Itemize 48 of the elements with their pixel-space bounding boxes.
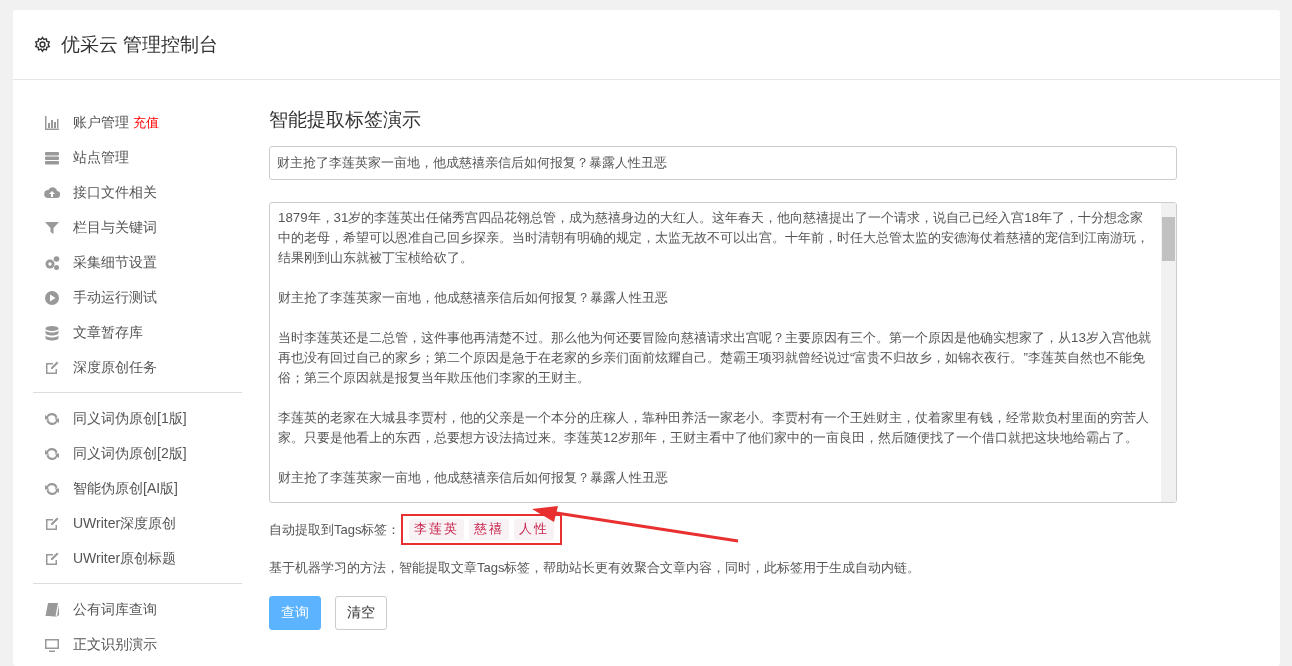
sidebar-item[interactable]: UWriter原创标题 [73,549,177,568]
monitor-icon [44,636,60,653]
bar-chart-icon [44,114,60,131]
tag: 人性 [514,519,555,540]
article-paragraph: 财主抢了李莲英家一亩地，他成慈禧亲信后如何报复？暴露人性丑恶 [278,289,669,307]
gears-icon [44,254,60,271]
clear-button[interactable]: 清空 [335,596,387,630]
sidebar-item[interactable]: UWriter深度原创 [73,514,177,533]
settings-icon [34,36,51,53]
edit-icon [44,550,60,567]
edit-icon [44,515,60,532]
cloud-upload-icon [44,184,60,201]
sidebar-item[interactable]: 栏目与关键词 [73,218,157,237]
article-paragraph: 1879年，31岁的李莲英出任储秀宫四品花翎总管，成为慈禧身边的大红人。这年春天，他向慈禧提出了一个请求，说自己已经入宫18年了，十分想念家中的老母，希望可以恩准自己回乡探亲。当时清朝有明确的规定，太监无故不可以出宫。十年前，时任大总管太监的安德海仗着慈禧的宠信到江南游玩，结果刚到山东就被丁宝桢给砍了。 [278,209,1150,267]
book-icon [44,601,60,618]
section-heading: 智能提取标签演示 [269,108,422,132]
edit-icon [44,359,60,376]
description-text: 基于机器学习的方法，智能提取文章Tags标签，帮助站长更有效聚合文章内容，同时，此标签用于生成自动内链。 [269,559,922,577]
sidebar-item[interactable]: 接口文件相关 [73,183,157,202]
sidebar-item[interactable]: 智能伪原创[AI版] [73,479,178,498]
sidebar-item[interactable]: 正文识别演示 [73,635,157,654]
content-text-area[interactable] [269,202,1177,503]
refresh-icon [44,480,60,497]
article-paragraph: 财主抢了李莲英家一亩地，他成慈禧亲信后如何报复？暴露人性丑恶 [278,469,669,487]
recharge-link[interactable]: 充值 [133,113,159,132]
refresh-icon [44,410,60,427]
title-input-field[interactable]: 财主抢了李莲英家一亩地，他成慈禧亲信后如何报复？暴露人性丑恶 [269,146,1177,180]
sidebar-item[interactable]: 同义词伪原创[2版] [73,444,187,463]
sidebar-item[interactable]: 采集细节设置 [73,253,157,272]
article-paragraph: 当时李莲英还是二总管，这件事他再清楚不过。那么他为何还要冒险向慈禧请求出宫呢？主要原因有三个。第一个原因是他确实想家了，从13岁入宫他就再也没有回过自己的家乡；第二个原因是急于在老家的乡亲们面前炫耀自己。楚霸王项羽就曾经说过“富贵不归故乡，如锦衣夜行。”李莲英自然也不能免俗；第三个原因就是报复当年欺压他们李家的王财主。 [278,329,1152,387]
scrollbar[interactable] [1161,203,1176,502]
sidebar-item[interactable]: 深度原创任务 [73,358,157,377]
tags-label: 自动提取到Tags标签： [269,520,401,539]
sidebar-item[interactable]: 公有词库查询 [73,600,157,619]
sidebar-item[interactable]: 手动运行测试 [73,288,157,307]
article-paragraph: 李莲英的老家在大城县李贾村，他的父亲是一个本分的庄稼人，靠种田养活一家老小。李贾村有一个王姓财主，仗着家里有钱，经常欺负村里面的穷苦人家。只要是他看上的东西，总要想方设法搞过来。李莲英12岁那年，王财主看中了他们家中的一亩良田，然后随便找了一个借口就把这块地给霸占了。 [278,409,1150,447]
tag: 慈禧 [469,519,510,540]
database-icon [44,324,60,341]
sidebar-item[interactable]: 账户管理 [73,113,129,132]
refresh-icon [44,445,60,462]
tag: 李莲英 [409,519,465,540]
sidebar-item[interactable]: 同义词伪原创[1版] [73,409,187,428]
play-icon [44,289,60,306]
sidebar-item[interactable]: 文章暂存库 [73,323,143,342]
console-title: 优采云 管理控制台 [61,32,219,57]
server-icon [44,149,60,166]
sidebar-item[interactable]: 站点管理 [73,148,129,167]
filter-icon [44,219,60,236]
